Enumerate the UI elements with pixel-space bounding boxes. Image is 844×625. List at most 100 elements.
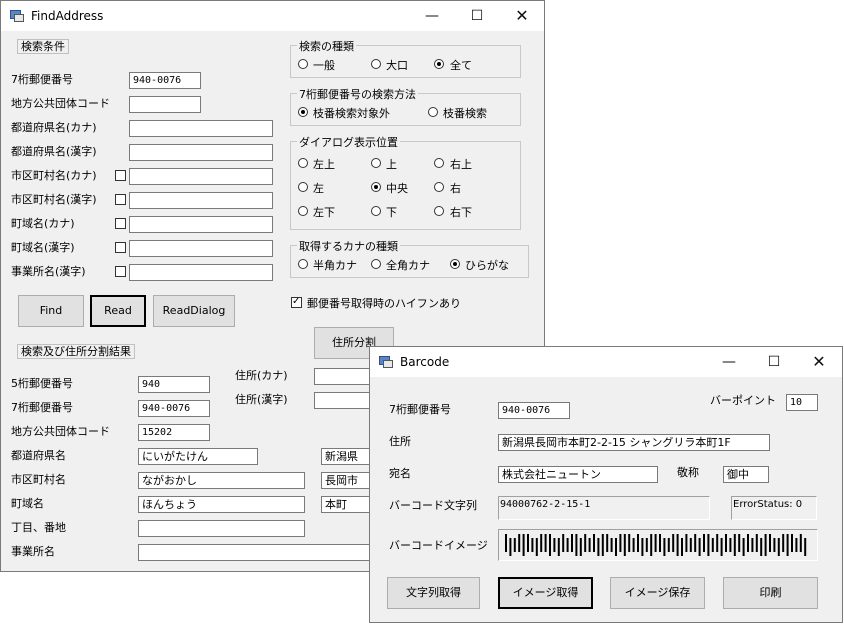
- pos-center-label: 中央: [386, 182, 408, 195]
- kana-half-radio[interactable]: [298, 259, 308, 269]
- search-type-large-label: 大口: [386, 59, 408, 72]
- barcode-bar: [513, 538, 516, 552]
- barcode-string-label: バーコード文字列: [389, 499, 477, 512]
- barcode-bar: [566, 538, 569, 552]
- barcode-bar: [628, 534, 631, 552]
- read-button[interactable]: Read: [90, 295, 146, 327]
- barcode-bar: [619, 534, 622, 552]
- branch-include-radio[interactable]: [428, 107, 438, 117]
- pref-kana-input[interactable]: [129, 120, 273, 137]
- office-kanji-input[interactable]: [129, 264, 273, 281]
- minimize-button[interactable]: —: [409, 1, 455, 31]
- result-zip5-field[interactable]: 940: [138, 376, 210, 393]
- result-city-kana-field[interactable]: ながおかし: [138, 472, 305, 489]
- save-image-button[interactable]: イメージ保存: [610, 577, 705, 609]
- barcode-bar: [703, 534, 705, 552]
- pos-right-radio[interactable]: [434, 182, 444, 192]
- print-button[interactable]: 印刷: [723, 577, 818, 609]
- town-kana-checkbox[interactable]: [115, 218, 126, 229]
- barcode-bar: [522, 534, 525, 556]
- barcode-minimize-button[interactable]: —: [706, 347, 752, 377]
- barcode-image: [505, 534, 807, 556]
- dialog-position-title: ダイアログ表示位置: [297, 134, 400, 150]
- city-kanji-label: 市区町村名(漢字): [11, 193, 97, 206]
- result-town-label: 町域名: [11, 497, 44, 510]
- barcode-honorific-input[interactable]: 御中: [723, 466, 769, 483]
- search-conditions-label: 検索条件: [17, 39, 69, 54]
- pos-bottom-right-radio[interactable]: [434, 206, 444, 216]
- pos-top-label: 上: [386, 158, 397, 171]
- pos-bottom-left-label: 左下: [313, 206, 335, 219]
- get-image-button[interactable]: イメージ取得: [498, 577, 593, 609]
- barcode-bar: [593, 534, 595, 552]
- barcode-address-input[interactable]: 新潟県長岡市本町2-2-15 シャングリラ本町1F: [498, 434, 770, 451]
- pref-kanji-input[interactable]: [129, 144, 273, 161]
- city-kanji-checkbox[interactable]: [115, 194, 126, 205]
- hyphen-checkbox[interactable]: [291, 295, 302, 308]
- town-kanji-checkbox[interactable]: [115, 242, 126, 253]
- result-zip7-field[interactable]: 940-0076: [138, 400, 210, 417]
- barcode-close-button[interactable]: ✕: [796, 347, 842, 377]
- barcode-app-icon: [379, 356, 393, 368]
- kana-full-radio[interactable]: [371, 259, 381, 269]
- town-kanji-input[interactable]: [129, 240, 273, 257]
- kana-hiragana-radio[interactable]: [450, 259, 460, 269]
- result-local-code-field[interactable]: 15202: [138, 424, 210, 441]
- barcode-point-input[interactable]: 10: [786, 394, 818, 411]
- result-pref-kana-field[interactable]: にいがたけん: [138, 448, 258, 465]
- pos-left-radio[interactable]: [298, 182, 308, 192]
- barcode-recipient-input[interactable]: 株式会社ニュートン: [498, 466, 658, 483]
- barcode-bar: [769, 534, 771, 552]
- result-chome-field[interactable]: [138, 520, 305, 537]
- barcode-bar: [637, 534, 639, 552]
- result-office-field[interactable]: [138, 544, 388, 561]
- city-kana-checkbox[interactable]: [115, 170, 126, 181]
- barcode-bar: [544, 534, 547, 552]
- result-town-kana-field[interactable]: ほんちょう: [138, 496, 305, 513]
- pos-bottom-radio[interactable]: [371, 206, 381, 216]
- barcode-zip7-input[interactable]: 940-0076: [498, 402, 570, 419]
- find-button[interactable]: Find: [18, 295, 84, 327]
- town-kana-input[interactable]: [129, 216, 273, 233]
- close-button[interactable]: ✕: [499, 1, 545, 31]
- search-type-all-radio[interactable]: [434, 59, 444, 69]
- pos-top-radio[interactable]: [371, 158, 381, 168]
- maximize-button[interactable]: ☐: [454, 1, 500, 31]
- search-type-large-radio[interactable]: [371, 59, 381, 69]
- barcode-title-bar: Barcode — ☐ ✕: [370, 347, 842, 377]
- barcode-bar: [535, 538, 538, 556]
- local-code-input[interactable]: [129, 96, 201, 113]
- get-string-button[interactable]: 文字列取得: [387, 577, 480, 609]
- city-kanji-input[interactable]: [129, 192, 273, 209]
- barcode-maximize-button[interactable]: ☐: [751, 347, 797, 377]
- barcode-bar: [654, 534, 657, 552]
- search-type-normal-radio[interactable]: [298, 59, 308, 69]
- barcode-window-title: Barcode: [400, 355, 450, 369]
- barcode-bar: [799, 534, 802, 552]
- barcode-bar: [540, 534, 543, 552]
- barcode-bar: [553, 538, 556, 552]
- zip7-input[interactable]: 940-0076: [129, 72, 201, 89]
- kana-half-label: 半角カナ: [313, 259, 357, 272]
- pos-center-radio[interactable]: [371, 182, 381, 192]
- barcode-bar: [632, 538, 635, 552]
- read-dialog-button[interactable]: ReadDialog: [153, 295, 235, 327]
- search-type-normal-label: 一般: [313, 59, 335, 72]
- barcode-address-label: 住所: [389, 435, 411, 448]
- barcode-bar: [650, 534, 653, 556]
- barcode-bar: [645, 538, 648, 552]
- result-zip7-label: 7桁郵便番号: [11, 401, 73, 414]
- office-kanji-checkbox[interactable]: [115, 266, 126, 277]
- city-kana-input[interactable]: [129, 168, 273, 185]
- pos-top-right-label: 右上: [450, 158, 472, 171]
- barcode-bar: [579, 538, 582, 556]
- pos-right-label: 右: [450, 182, 461, 195]
- barcode-bar: [804, 538, 807, 556]
- barcode-honorific-label: 敬称: [677, 466, 699, 479]
- pos-bottom-left-radio[interactable]: [298, 206, 308, 216]
- zip7-label: 7桁郵便番号: [11, 73, 73, 86]
- branch-exclude-radio[interactable]: [298, 107, 308, 117]
- pos-top-left-radio[interactable]: [298, 158, 308, 168]
- result-office-label: 事業所名: [11, 545, 55, 558]
- pos-top-right-radio[interactable]: [434, 158, 444, 168]
